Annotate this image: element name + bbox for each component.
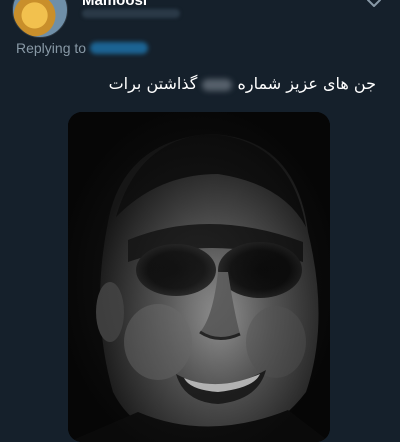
tweet-text-end: گذاشتن برات [108,74,198,93]
replying-to-row: Replying to [16,40,149,56]
chevron-down-icon[interactable] [362,0,386,12]
avatar[interactable] [12,0,68,38]
replying-to-label: Replying to [16,40,87,56]
redacted-word [202,78,233,91]
author-handle-redacted [82,9,180,18]
author-display-name[interactable]: Mamoosi [82,0,147,9]
tweet-media-image[interactable] [68,112,330,442]
reply-handle-redacted[interactable] [90,42,149,54]
tweet-card: Mamoosi Replying to جن های عزیز شماره گذ… [0,0,400,442]
meme-face-illustration [68,112,330,442]
tweet-text: جن های عزیز شماره گذاشتن برات [109,74,376,93]
tweet-text-start: جن های عزیز شماره [237,74,376,93]
